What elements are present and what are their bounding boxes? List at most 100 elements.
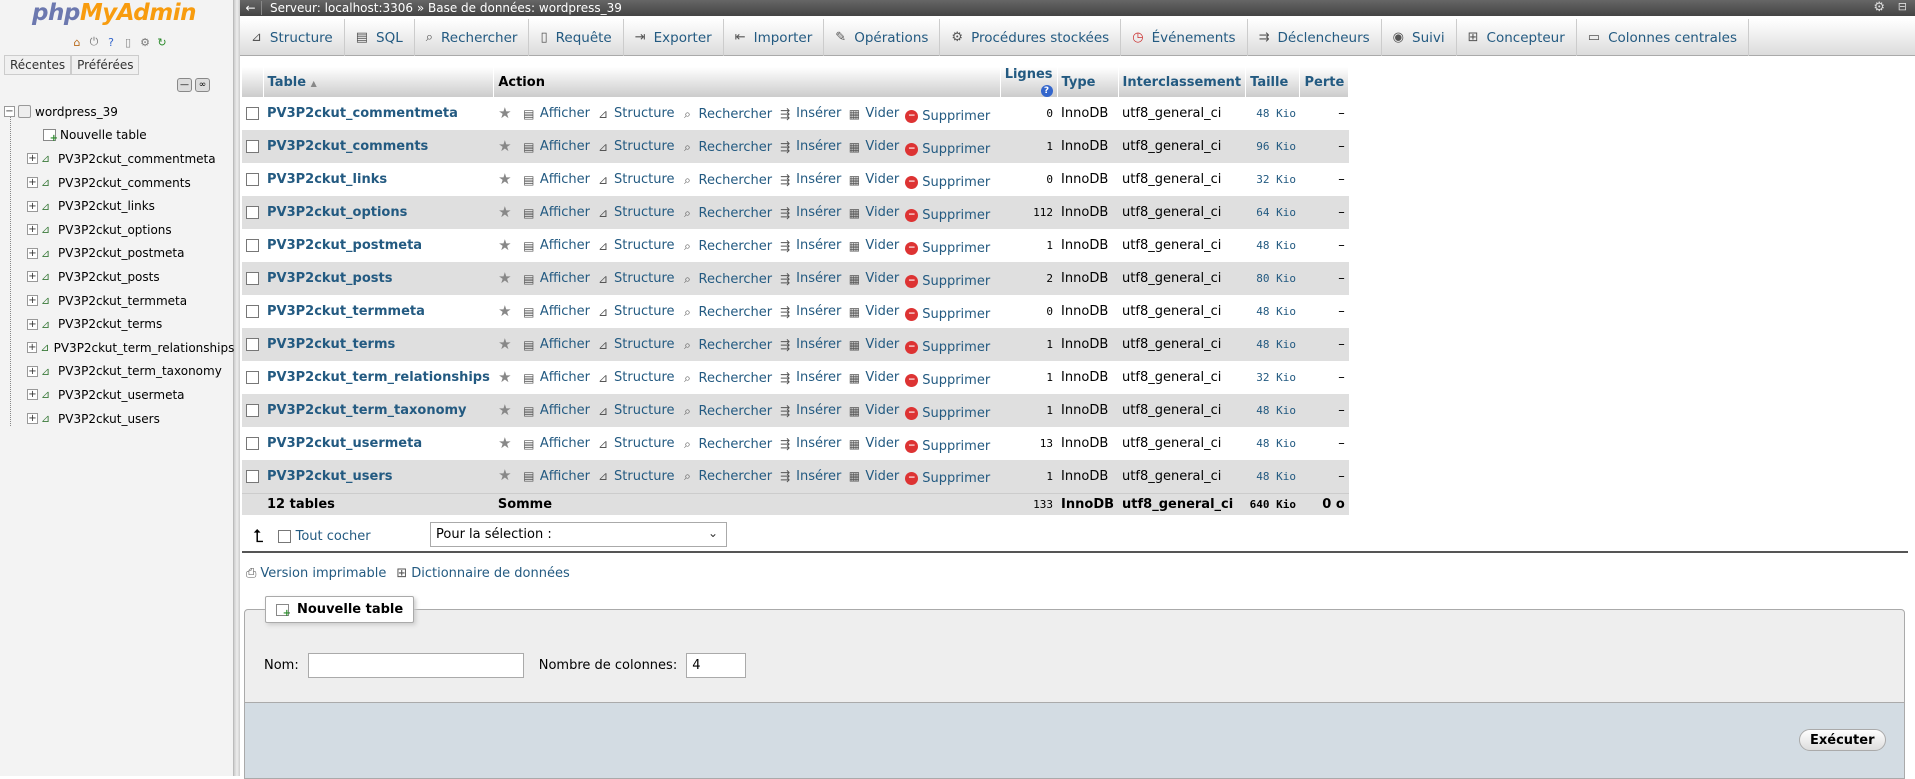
back-arrow-icon[interactable]: ← xyxy=(240,1,262,15)
star-icon[interactable]: ★ xyxy=(498,335,512,353)
row-size[interactable]: 48 Kio xyxy=(1245,328,1300,361)
table-name-link[interactable]: PV3P2ckut_links xyxy=(263,163,494,196)
tab-tracking[interactable]: ◉ Suivi xyxy=(1382,19,1457,56)
header-rows[interactable]: Lignes ? xyxy=(1000,67,1058,97)
tree-table-item[interactable]: + ⊿ PV3P2ckut_terms xyxy=(0,312,234,336)
favorite-action[interactable]: ★ xyxy=(498,269,516,287)
search-action[interactable]: ⌕ Rechercher xyxy=(681,107,772,122)
header-size[interactable]: Taille xyxy=(1245,67,1301,97)
browse-action[interactable]: ▤ Afficher xyxy=(522,238,590,253)
tree-table-label[interactable]: PV3P2ckut_terms xyxy=(58,317,162,331)
home-icon[interactable]: ⌂ xyxy=(70,35,84,49)
tree-table-item[interactable]: + ⊿ PV3P2ckut_postmeta xyxy=(0,242,234,266)
logout-icon[interactable]: ⏻ xyxy=(87,35,101,49)
tab-operations[interactable]: ✎ Opérations xyxy=(824,19,941,56)
with-selected-select[interactable]: Pour la sélection : ⌄ xyxy=(430,522,727,547)
star-icon[interactable]: ★ xyxy=(498,203,512,221)
tab-triggers[interactable]: ⇉ Déclencheurs xyxy=(1248,19,1382,56)
insert-action[interactable]: ⇶ Insérer xyxy=(778,139,841,154)
table-name-link[interactable]: PV3P2ckut_term_taxonomy xyxy=(263,394,494,427)
structure-action[interactable]: ⊿ Structure xyxy=(596,238,675,253)
structure-action[interactable]: ⊿ Structure xyxy=(596,469,675,484)
row-size[interactable]: 80 Kio xyxy=(1245,262,1300,295)
row-checkbox[interactable] xyxy=(246,305,259,318)
check-all-checkbox[interactable] xyxy=(277,530,291,543)
table-name-input[interactable] xyxy=(307,653,524,678)
drop-action[interactable]: − Supprimer xyxy=(905,471,990,486)
table-name-link[interactable]: PV3P2ckut_users xyxy=(263,460,494,493)
search-action[interactable]: ⌕ Rechercher xyxy=(681,305,772,320)
browse-action[interactable]: ▤ Afficher xyxy=(522,469,590,484)
empty-action[interactable]: ▦ Vider xyxy=(847,403,900,418)
insert-action[interactable]: ⇶ Insérer xyxy=(778,238,841,253)
tab-query[interactable]: ▯ Requête xyxy=(529,19,624,56)
browse-action[interactable]: ▤ Afficher xyxy=(522,172,590,187)
empty-action[interactable]: ▦ Vider xyxy=(847,205,900,220)
expand-icon[interactable]: + xyxy=(27,389,38,401)
browse-action[interactable]: ▤ Afficher xyxy=(522,403,590,418)
collapse-top-icon[interactable]: ⊟ xyxy=(1898,0,1907,13)
tree-table-label[interactable]: PV3P2ckut_commentmeta xyxy=(58,152,216,166)
star-icon[interactable]: ★ xyxy=(498,302,512,320)
tree-table-label[interactable]: PV3P2ckut_comments xyxy=(58,176,191,190)
row-size[interactable]: 64 Kio xyxy=(1245,196,1300,229)
search-action[interactable]: ⌕ Rechercher xyxy=(681,272,772,287)
tab-recent[interactable]: Récentes xyxy=(4,55,72,75)
browse-action[interactable]: ▤ Afficher xyxy=(522,106,590,121)
nav-resize-handle[interactable] xyxy=(234,0,240,776)
empty-action[interactable]: ▦ Vider xyxy=(847,436,900,451)
table-icon[interactable]: ⊿ xyxy=(41,200,54,213)
favorite-action[interactable]: ★ xyxy=(498,302,516,320)
table-name-link[interactable]: PV3P2ckut_postmeta xyxy=(263,229,494,262)
star-icon[interactable]: ★ xyxy=(498,170,512,188)
empty-action[interactable]: ▦ Vider xyxy=(847,337,900,352)
tree-table-item[interactable]: + ⊿ PV3P2ckut_usermeta xyxy=(0,383,234,407)
tab-sql[interactable]: ▤ SQL xyxy=(345,19,415,56)
insert-action[interactable]: ⇶ Insérer xyxy=(778,436,841,451)
search-action[interactable]: ⌕ Rechercher xyxy=(681,404,772,419)
table-name-link[interactable]: PV3P2ckut_options xyxy=(263,196,494,229)
star-icon[interactable]: ★ xyxy=(498,401,512,419)
browse-action[interactable]: ▤ Afficher xyxy=(522,271,590,286)
tree-table-item[interactable]: + ⊿ PV3P2ckut_users xyxy=(0,407,234,431)
table-name-link[interactable]: PV3P2ckut_usermeta xyxy=(263,427,494,460)
tab-favorites[interactable]: Préférées xyxy=(71,55,140,75)
row-checkbox[interactable] xyxy=(246,437,259,450)
settings-icon[interactable]: ⚙ xyxy=(138,35,152,49)
tree-table-label[interactable]: PV3P2ckut_usermeta xyxy=(58,388,185,402)
table-icon[interactable]: ⊿ xyxy=(41,365,54,378)
row-checkbox[interactable] xyxy=(246,107,259,120)
tree-table-label[interactable]: PV3P2ckut_term_taxonomy xyxy=(58,364,222,378)
row-size[interactable]: 48 Kio xyxy=(1245,295,1300,328)
empty-action[interactable]: ▦ Vider xyxy=(847,139,900,154)
insert-action[interactable]: ⇶ Insérer xyxy=(778,172,841,187)
row-checkbox[interactable] xyxy=(246,140,259,153)
header-type[interactable]: Type xyxy=(1057,67,1119,97)
insert-action[interactable]: ⇶ Insérer xyxy=(778,271,841,286)
search-action[interactable]: ⌕ Rechercher xyxy=(681,338,772,353)
expand-icon[interactable]: + xyxy=(27,200,38,212)
favorite-action[interactable]: ★ xyxy=(498,170,516,188)
insert-action[interactable]: ⇶ Insérer xyxy=(778,337,841,352)
star-icon[interactable]: ★ xyxy=(498,104,512,122)
row-size[interactable]: 48 Kio xyxy=(1245,460,1300,493)
expand-icon[interactable]: + xyxy=(27,342,38,354)
expand-icon[interactable]: + xyxy=(27,318,38,330)
check-all-label[interactable]: Tout cocher xyxy=(296,529,371,544)
insert-action[interactable]: ⇶ Insérer xyxy=(778,370,841,385)
drop-action[interactable]: − Supprimer xyxy=(905,274,990,289)
header-collation[interactable]: Interclassement xyxy=(1118,67,1247,97)
structure-action[interactable]: ⊿ Structure xyxy=(596,139,675,154)
table-icon[interactable]: ⊿ xyxy=(41,318,54,331)
star-icon[interactable]: ★ xyxy=(498,137,512,155)
link-with-main-icon[interactable]: ∞ xyxy=(195,78,210,92)
tab-search[interactable]: ⌕ Rechercher xyxy=(415,19,530,56)
browse-action[interactable]: ▤ Afficher xyxy=(522,436,590,451)
table-icon[interactable]: ⊿ xyxy=(41,247,54,260)
row-size[interactable]: 48 Kio xyxy=(1245,97,1300,130)
star-icon[interactable]: ★ xyxy=(498,269,512,287)
tree-table-item[interactable]: + ⊿ PV3P2ckut_posts xyxy=(0,265,234,289)
row-checkbox[interactable] xyxy=(246,239,259,252)
drop-action[interactable]: − Supprimer xyxy=(905,439,990,454)
table-name-link[interactable]: PV3P2ckut_commentmeta xyxy=(263,97,494,130)
